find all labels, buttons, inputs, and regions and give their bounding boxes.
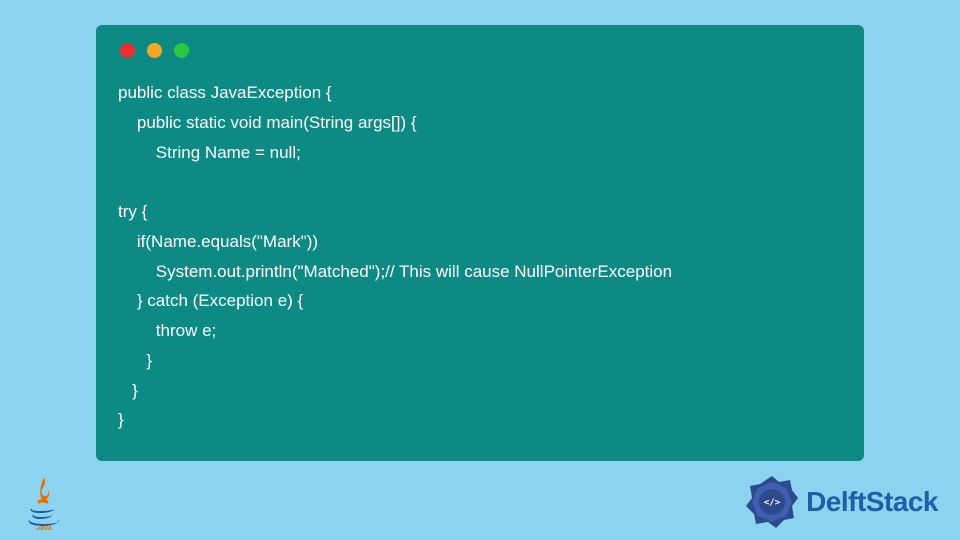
- maximize-icon[interactable]: [174, 43, 189, 58]
- delftstack-badge-icon: </>: [744, 474, 800, 530]
- minimize-icon[interactable]: [147, 43, 162, 58]
- code-window: public class JavaException { public stat…: [96, 25, 864, 461]
- svg-text:</>: </>: [764, 498, 781, 508]
- close-icon[interactable]: [120, 43, 135, 58]
- delftstack-logo: </> DelftStack: [744, 474, 938, 530]
- window-controls: [118, 43, 842, 58]
- delftstack-text: DelftStack: [806, 486, 938, 518]
- svg-text:Java: Java: [36, 525, 52, 530]
- code-block: public class JavaException { public stat…: [118, 78, 842, 435]
- java-logo-icon: Java: [24, 476, 64, 530]
